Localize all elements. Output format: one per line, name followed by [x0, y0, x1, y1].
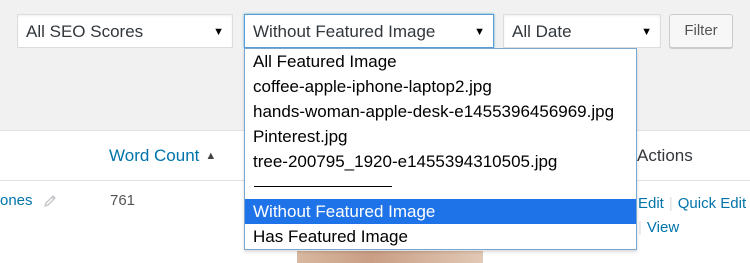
dropdown-option[interactable]: Pinterest.jpg [245, 124, 636, 149]
row-actions: Edit | Quick Edit [638, 194, 746, 214]
featured-image-dropdown-list: All Featured Image coffee-apple-iphone-l… [244, 48, 637, 250]
dropdown-arrow-icon: ▼ [474, 26, 485, 38]
column-header-actions: Actions [637, 146, 693, 165]
quick-edit-link[interactable]: Quick Edit [678, 195, 746, 212]
word-count-value: 761 [110, 192, 136, 209]
action-separator: | [668, 195, 673, 212]
dropdown-option[interactable]: tree-200795_1920-e1455394310505.jpg [245, 149, 636, 174]
featured-image-select-value: Without Featured Image [253, 22, 436, 41]
edit-link[interactable]: Edit [638, 195, 664, 212]
dropdown-arrow-icon: ▼ [641, 26, 652, 38]
dropdown-option-selected[interactable]: Without Featured Image [245, 199, 636, 224]
dropdown-option[interactable]: Has Featured Image [245, 224, 636, 249]
dropdown-option[interactable]: coffee-apple-iphone-laptop2.jpg [245, 74, 636, 99]
view-link[interactable]: View [647, 219, 679, 236]
row-actions-secondary: | View [638, 218, 679, 238]
dropdown-arrow-icon: ▼ [213, 26, 224, 38]
date-select-value: All Date [512, 22, 572, 41]
dropdown-option[interactable]: hands-woman-apple-desk-e1455396456969.jp… [245, 99, 636, 124]
featured-image-thumbnail [297, 251, 483, 263]
dropdown-option[interactable]: All Featured Image [245, 49, 636, 74]
seo-score-select[interactable]: All SEO Scores ▼ [17, 14, 233, 48]
date-select[interactable]: All Date ▼ [503, 14, 661, 48]
filter-button[interactable]: Filter [669, 14, 733, 48]
action-separator: | [638, 219, 642, 236]
seo-score-select-value: All SEO Scores [26, 22, 144, 41]
pencil-icon[interactable] [42, 193, 58, 209]
featured-image-select[interactable]: Without Featured Image ▼ [244, 14, 494, 48]
post-title-link[interactable]: ones [0, 191, 33, 211]
dropdown-divider [254, 186, 392, 187]
column-header-word-count[interactable]: Word Count ▲ [109, 131, 216, 181]
column-header-word-count-label: Word Count [109, 146, 200, 165]
sort-ascending-icon: ▲ [205, 150, 217, 162]
